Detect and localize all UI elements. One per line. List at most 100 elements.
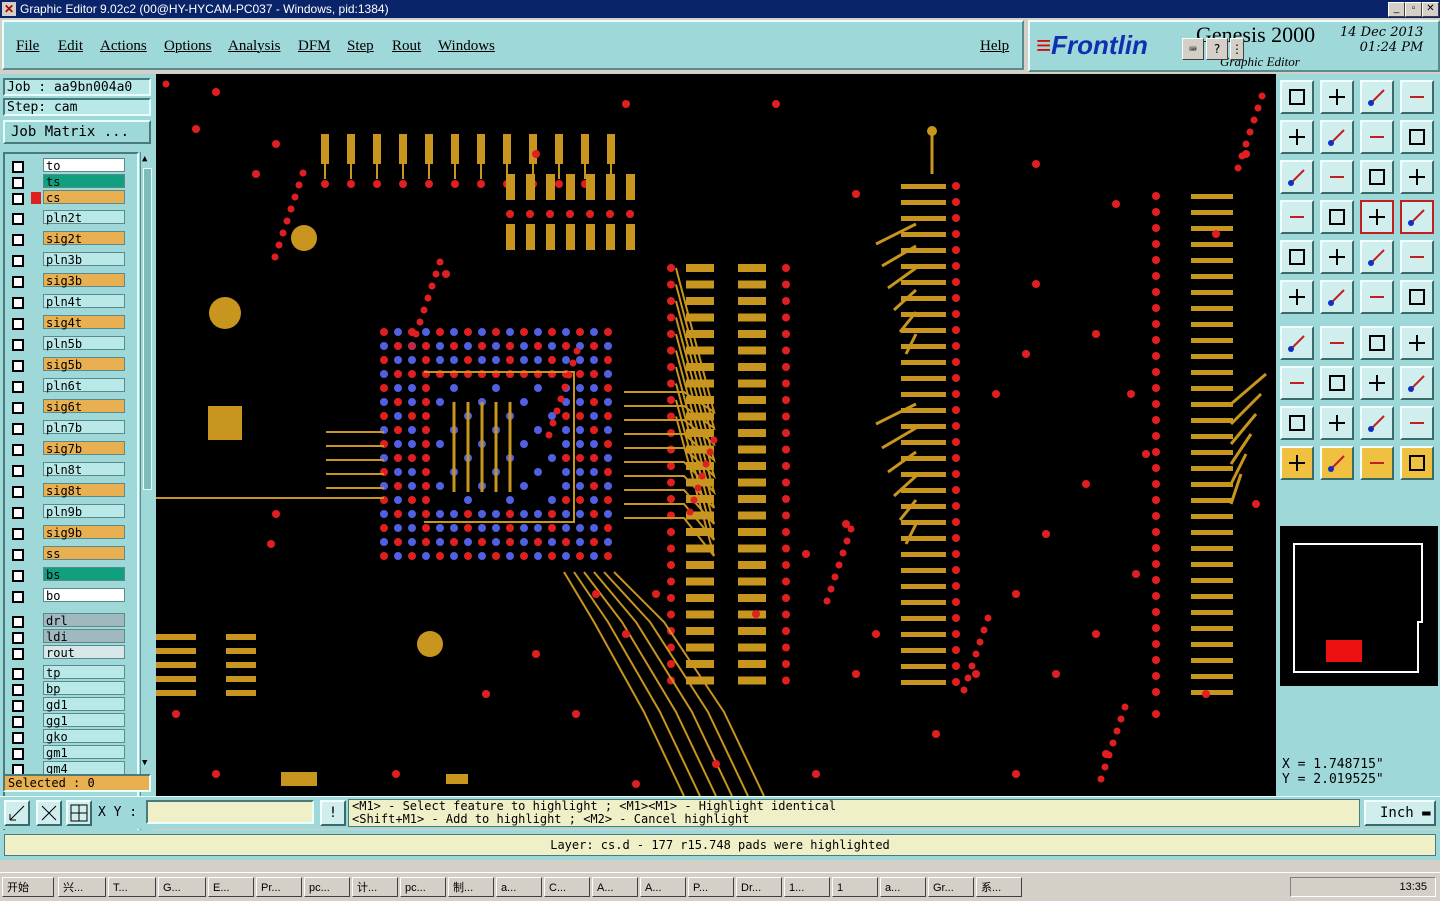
layer-checkbox[interactable]	[12, 177, 24, 189]
xy-input[interactable]	[146, 800, 314, 824]
layer-name[interactable]: gm4	[43, 761, 125, 776]
layer-checkbox[interactable]	[12, 507, 24, 519]
layer-name[interactable]: ldi	[43, 629, 125, 644]
layer-checkbox[interactable]	[12, 668, 24, 680]
layer-name[interactable]: pln3b	[43, 252, 125, 267]
layer-row-pln6t[interactable]: pln6t	[7, 378, 133, 394]
job-matrix-button[interactable]: Job Matrix ...	[3, 120, 151, 144]
layer-checkbox[interactable]	[12, 276, 24, 288]
pad-icon[interactable]	[1280, 366, 1314, 400]
layer-name[interactable]: pln6t	[43, 378, 125, 393]
minus-icon[interactable]	[1320, 366, 1354, 400]
minimize-button[interactable]: _	[1388, 2, 1405, 17]
layer-row-bs[interactable]: bs	[7, 567, 133, 583]
zoom-forward-icon[interactable]	[1320, 120, 1354, 154]
layer-name[interactable]: sig7b	[43, 441, 125, 456]
layer-row-gd1[interactable]: gd1	[7, 697, 133, 713]
pcb-drawing[interactable]	[156, 74, 1276, 796]
center-icon[interactable]	[1320, 160, 1354, 194]
layer-name[interactable]: sig8t	[43, 483, 125, 498]
layer-name[interactable]: pln9b	[43, 504, 125, 519]
layer-row-sig9b[interactable]: sig9b	[7, 525, 133, 541]
layer-checkbox[interactable]	[12, 318, 24, 330]
close-button[interactable]: ✕	[1422, 2, 1439, 17]
layer-checkbox[interactable]	[12, 528, 24, 540]
taskbar-item[interactable]: 系...	[976, 877, 1022, 897]
layer-row-rout[interactable]: rout	[7, 645, 133, 661]
taskbar-item[interactable]: a...	[496, 877, 542, 897]
layer-name[interactable]: cs	[43, 190, 125, 205]
snap-icon[interactable]	[36, 800, 62, 826]
layer-checkbox[interactable]	[12, 570, 24, 582]
grid-icon[interactable]	[66, 800, 92, 826]
snapshot-icon[interactable]	[1280, 80, 1314, 114]
layer-name[interactable]: bs	[43, 567, 125, 582]
taskbar-item[interactable]: 制...	[448, 877, 494, 897]
taskbar-item[interactable]: E...	[208, 877, 254, 897]
select-icon[interactable]	[1280, 240, 1314, 274]
layer-row-drl[interactable]: drl	[7, 613, 133, 629]
layer-checkbox[interactable]	[12, 234, 24, 246]
layer-row-pln2t[interactable]: pln2t	[7, 210, 133, 226]
layer-name[interactable]: pln5b	[43, 336, 125, 351]
scale-icon[interactable]	[1360, 160, 1394, 194]
layer-row-sig6t[interactable]: sig6t	[7, 399, 133, 415]
layer-row-sig2t[interactable]: sig2t	[7, 231, 133, 247]
layer-checkbox[interactable]	[12, 444, 24, 456]
start-button[interactable]: 开始	[2, 877, 54, 897]
layer-checkbox[interactable]	[12, 161, 24, 173]
layer-checkbox[interactable]	[12, 648, 24, 660]
layer-name[interactable]: pln7b	[43, 420, 125, 435]
layer-checkbox[interactable]	[12, 213, 24, 225]
redraw-icon[interactable]	[1360, 120, 1394, 154]
cross-icon[interactable]	[1320, 280, 1354, 314]
pointer-bold-icon[interactable]	[1360, 446, 1394, 480]
layer-row-ts[interactable]: ts	[7, 174, 133, 190]
layer-row-sig4t[interactable]: sig4t	[7, 315, 133, 331]
frame-icon[interactable]	[1400, 240, 1434, 274]
layer-checkbox[interactable]	[12, 339, 24, 351]
menu-edit[interactable]: Edit	[58, 38, 83, 55]
layer-name[interactable]: gko	[43, 729, 125, 744]
pcb-canvas[interactable]	[156, 74, 1276, 796]
route-icon[interactable]	[1400, 120, 1434, 154]
menu-help[interactable]: Help	[980, 38, 1009, 55]
layer-row-cs[interactable]: cs	[7, 190, 133, 206]
layer-checkbox[interactable]	[12, 616, 24, 628]
layer-name[interactable]: gm1	[43, 745, 125, 760]
taskbar-item[interactable]: Gr...	[928, 877, 974, 897]
query-icon[interactable]	[1400, 160, 1434, 194]
layer-name[interactable]: drl	[43, 613, 125, 628]
layer-row-tp[interactable]: tp	[7, 665, 133, 681]
layer-row-gg1[interactable]: gg1	[7, 713, 133, 729]
triangle-cross-icon[interactable]	[1400, 406, 1434, 440]
menu-windows[interactable]: Windows	[438, 38, 495, 55]
maximize-button[interactable]: ▫	[1405, 2, 1422, 17]
taskbar-item[interactable]: A...	[640, 877, 686, 897]
dimension-icon[interactable]	[1360, 366, 1394, 400]
move-icon[interactable]	[1360, 280, 1394, 314]
layer-row-pln3b[interactable]: pln3b	[7, 252, 133, 268]
draw-icon[interactable]	[1320, 240, 1354, 274]
layer-checkbox[interactable]	[12, 700, 24, 712]
layer-row-pln4t[interactable]: pln4t	[7, 294, 133, 310]
layer-name[interactable]: bp	[43, 681, 125, 696]
layer-name[interactable]: sig4t	[43, 315, 125, 330]
scroll-up-icon[interactable]: ▲	[142, 154, 151, 164]
split-view-icon[interactable]	[1400, 80, 1434, 114]
menu-options[interactable]: Options	[164, 38, 212, 55]
layer-row-sig5b[interactable]: sig5b	[7, 357, 133, 373]
scroll-down-icon[interactable]: ▼	[142, 758, 151, 768]
toolbar-arrow-icon[interactable]: ⋮	[1230, 38, 1244, 60]
layer-checkbox[interactable]	[12, 486, 24, 498]
layer-name[interactable]: ts	[43, 174, 125, 189]
layer-checkbox[interactable]	[12, 381, 24, 393]
taskbar-item[interactable]: 计...	[352, 877, 398, 897]
menu-file[interactable]: File	[16, 38, 39, 55]
layer-name[interactable]: sig6t	[43, 399, 125, 414]
taskbar-item[interactable]: pc...	[400, 877, 446, 897]
menu-step[interactable]: Step	[347, 38, 374, 55]
taskbar-item[interactable]: P...	[688, 877, 734, 897]
taskbar-item[interactable]: T...	[108, 877, 156, 897]
layer-checkbox[interactable]	[12, 255, 24, 267]
